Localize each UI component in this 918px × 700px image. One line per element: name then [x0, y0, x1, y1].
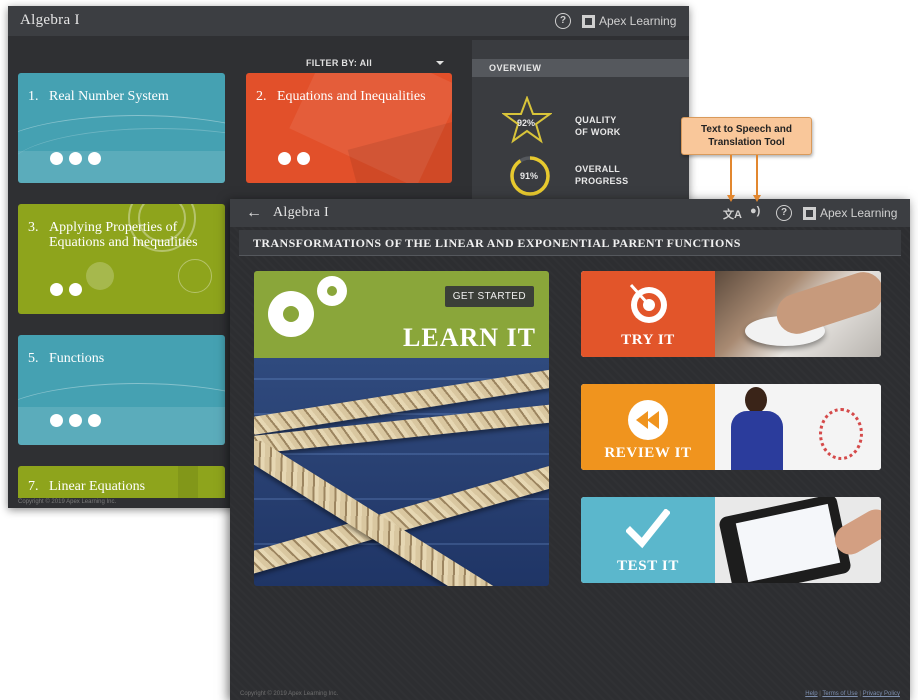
rope-photo [254, 358, 549, 586]
quality-label: QUALITY OF WORK [575, 114, 621, 138]
callout-arrowhead [727, 195, 735, 202]
get-started-button[interactable]: GET STARTED [444, 286, 534, 307]
presenter-body [731, 411, 783, 470]
text-to-speech-icon[interactable]: ●) [750, 205, 760, 217]
unit-card-5[interactable]: 5. Functions [18, 335, 225, 445]
card-decoration [178, 259, 212, 293]
review-it-panel: REVIEW IT [581, 384, 715, 470]
unit-name: Real Number System [49, 89, 169, 104]
unit-name: Applying Properties of Equations and Ine… [49, 220, 198, 250]
progress-label: OVERALL PROGRESS [575, 163, 628, 187]
presenter-photo [715, 384, 881, 470]
review-it-card[interactable]: REVIEW IT [581, 384, 881, 470]
gear-icon [283, 306, 299, 322]
title-bar: ← Algebra I 文A ●) ? Apex Learning [230, 199, 910, 227]
learn-it-label: LEARN IT [403, 323, 536, 352]
unit-card-2[interactable]: 2. Equations and Inequalities [246, 73, 452, 183]
overview-header: OVERVIEW [472, 59, 689, 77]
mouse-photo [715, 271, 881, 357]
unit-number: 2. [256, 89, 267, 104]
unit-card-7[interactable]: 7. Linear Equations [18, 466, 225, 498]
tts-translation-callout: Text to Speech and Translation Tool [681, 117, 812, 155]
apex-logo-icon [803, 206, 816, 220]
rewind-icon [628, 400, 668, 440]
quality-label-line-2: OF WORK [575, 127, 621, 137]
filter-dropdown[interactable]: FILTER BY: All [306, 58, 372, 68]
terms-of-use-link[interactable]: Terms of Use [822, 691, 857, 697]
callout-pointer [730, 155, 732, 197]
callout-line-1: Text to Speech and [701, 124, 792, 135]
unit-name: Linear Equations [49, 479, 146, 494]
apex-logo-icon [582, 14, 595, 28]
app-title: Algebra I [273, 205, 329, 220]
help-link[interactable]: Help [805, 691, 817, 697]
chevron-down-icon[interactable] [436, 61, 444, 65]
title-bar: Algebra I ? Apex Learning [8, 6, 689, 36]
help-icon[interactable]: ? [776, 205, 792, 221]
hand-shape [771, 271, 881, 340]
tablet-photo [715, 497, 881, 583]
unit-number: 7. [28, 479, 39, 494]
translate-icon[interactable]: 文A [723, 206, 742, 222]
unit-progress-dots [50, 414, 101, 427]
target-icon [629, 283, 667, 323]
quality-value: 92% [517, 118, 536, 128]
unit-name: Functions [49, 351, 105, 366]
brand-name: Apex Learning [599, 14, 677, 28]
copyright: Copyright © 2019 Apex Learning Inc. [240, 691, 339, 697]
fingerprint-icon [819, 408, 863, 460]
callout-line-2: Translation Tool [708, 137, 785, 148]
callout-arrowhead [753, 195, 761, 202]
try-it-panel: TRY IT [581, 271, 715, 357]
test-it-card[interactable]: TEST IT [581, 497, 881, 583]
learn-it-header: GET STARTED LEARN IT [254, 271, 549, 358]
learn-it-card[interactable]: GET STARTED LEARN IT [254, 271, 549, 586]
water-ripple [254, 453, 549, 455]
progress-label-line-1: OVERALL [575, 164, 621, 174]
card-decoration [86, 262, 114, 290]
unit-number: 1. [28, 89, 39, 104]
back-arrow-icon[interactable]: ← [246, 205, 262, 221]
apex-learning-logo: Apex Learning [803, 206, 897, 220]
brand-name: Apex Learning [820, 206, 898, 220]
lesson-window: ← Algebra I 文A ●) ? Apex Learning TRANSF… [230, 199, 910, 700]
unit-number: 5. [28, 351, 39, 366]
progress-label-line-2: PROGRESS [575, 176, 629, 186]
footer-links: Help | Terms of Use | Privacy Policy [805, 691, 900, 697]
unit-number: 3. [28, 220, 39, 235]
progress-value: 91% [520, 171, 539, 181]
app-title: Algebra I [20, 12, 80, 28]
test-it-panel: TEST IT [581, 497, 715, 583]
unit-card-3[interactable]: 3. Applying Properties of Equations and … [18, 204, 225, 314]
unit-card-1[interactable]: 1. Real Number System [18, 73, 225, 183]
unit-progress-dots [50, 152, 101, 165]
presenter-head [745, 387, 767, 413]
test-it-label: TEST IT [617, 558, 679, 574]
gear-icon [327, 286, 337, 296]
callout-pointer [756, 155, 758, 197]
unit-progress-dots [50, 283, 82, 296]
lesson-header: TRANSFORMATIONS OF THE LINEAR AND EXPONE… [239, 230, 901, 256]
review-it-label: REVIEW IT [604, 445, 692, 461]
help-icon[interactable]: ? [555, 13, 571, 29]
quality-label-line-1: QUALITY [575, 115, 617, 125]
copyright: Copyright © 2019 Apex Learning Inc. [18, 499, 117, 505]
unit-progress-dots [278, 152, 310, 165]
lesson-title: TRANSFORMATIONS OF THE LINEAR AND EXPONE… [253, 236, 741, 250]
apex-learning-logo: Apex Learning [582, 14, 676, 28]
try-it-label: TRY IT [621, 332, 675, 348]
checkmark-icon [626, 509, 670, 549]
privacy-policy-link[interactable]: Privacy Policy [863, 691, 900, 697]
try-it-card[interactable]: TRY IT [581, 271, 881, 357]
unit-name: Equations and Inequalities [277, 89, 426, 104]
